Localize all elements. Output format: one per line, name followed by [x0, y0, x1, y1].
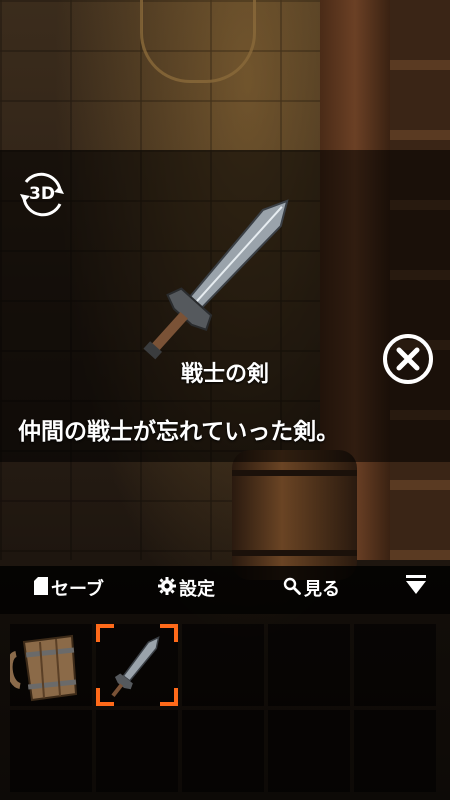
item-3d-model[interactable] — [120, 170, 330, 370]
gear-icon — [158, 566, 176, 614]
settings-button[interactable]: 設定 — [158, 566, 215, 614]
collapse-menu-button[interactable] — [405, 566, 430, 614]
selection-corner — [160, 624, 178, 642]
inventory-slot-empty[interactable] — [182, 624, 264, 706]
inventory-slot-sword[interactable] — [96, 624, 178, 706]
close-icon — [383, 334, 433, 384]
inventory-slot-empty[interactable] — [268, 710, 350, 792]
look-button[interactable]: 見る — [283, 566, 340, 614]
selection-corner — [96, 688, 114, 706]
triangle-down-icon — [405, 566, 427, 614]
rotate-3d-button[interactable]: 3D — [16, 168, 68, 220]
menu-bar: セーブ 設定 見る — [0, 566, 450, 614]
save-button[interactable]: セーブ — [34, 566, 104, 614]
inventory-slot-empty[interactable] — [182, 710, 264, 792]
rotate-3d-label: 3D — [29, 184, 55, 204]
inventory-slot-empty[interactable] — [268, 624, 350, 706]
item-description: 仲間の戦士が忘れていった剣。 — [18, 419, 340, 445]
barrel — [232, 450, 357, 580]
inventory-slot-empty[interactable] — [354, 710, 436, 792]
sd-card-icon — [34, 566, 48, 614]
inventory-slot-empty[interactable] — [10, 710, 92, 792]
settings-label: 設定 — [179, 579, 215, 600]
magnifier-icon — [283, 566, 301, 614]
inventory-slot-empty[interactable] — [354, 624, 436, 706]
look-label: 見る — [304, 579, 340, 600]
hanging-lamp — [140, 0, 256, 83]
inventory-grid — [0, 614, 450, 800]
close-button[interactable] — [381, 332, 435, 386]
inventory-slot-empty[interactable] — [96, 710, 178, 792]
mug-icon — [10, 634, 78, 702]
selection-corner — [96, 624, 114, 642]
save-label: セーブ — [51, 579, 104, 600]
inventory-slot-mug[interactable] — [10, 624, 92, 706]
selection-corner — [160, 688, 178, 706]
